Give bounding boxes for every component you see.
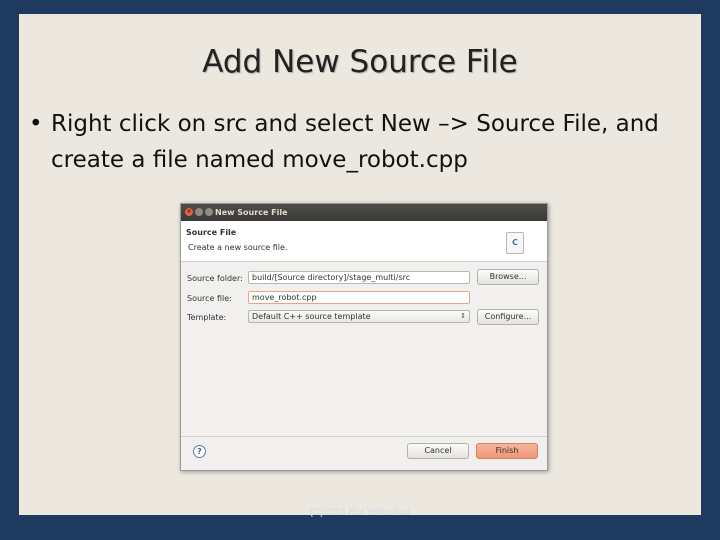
dialog-titlebar: × New Source File bbox=[181, 204, 547, 221]
c-source-file-icon: C bbox=[506, 232, 524, 254]
help-icon[interactable]: ? bbox=[193, 445, 206, 458]
header-description: Create a new source file. bbox=[188, 243, 288, 252]
bottom-divider bbox=[181, 436, 547, 437]
template-select[interactable]: Default C++ source template ⇕ bbox=[248, 310, 470, 323]
template-label: Template: bbox=[187, 313, 227, 322]
maximize-icon[interactable] bbox=[205, 208, 213, 216]
slide-footer: (C)2015 Roi Yehoshua bbox=[309, 507, 411, 518]
bullet-text: Right click on src and select New –> Sou… bbox=[51, 111, 659, 173]
minimize-icon[interactable] bbox=[195, 208, 203, 216]
browse-button[interactable]: Browse... bbox=[477, 269, 539, 285]
dialog-title: New Source File bbox=[215, 208, 288, 217]
chevron-up-down-icon: ⇕ bbox=[460, 312, 466, 320]
header-title: Source File bbox=[186, 228, 237, 237]
finish-button[interactable]: Finish bbox=[476, 443, 538, 459]
dialog-header: Source File Create a new source file. C bbox=[181, 221, 547, 262]
source-file-label: Source file: bbox=[187, 294, 232, 303]
template-select-value: Default C++ source template bbox=[252, 312, 371, 321]
slide-title: Add New Source File bbox=[202, 44, 518, 80]
source-folder-label: Source folder: bbox=[187, 274, 243, 283]
configure-button[interactable]: Configure... bbox=[477, 309, 539, 325]
close-icon[interactable]: × bbox=[185, 208, 193, 216]
source-folder-field[interactable]: build/[Source directory]/stage_multi/src bbox=[248, 271, 470, 284]
bullet-symbol: • bbox=[29, 111, 43, 137]
source-file-field[interactable]: move_robot.cpp bbox=[248, 291, 470, 304]
cancel-button[interactable]: Cancel bbox=[407, 443, 469, 459]
new-source-file-dialog: × New Source File Source File Create a n… bbox=[180, 203, 548, 471]
